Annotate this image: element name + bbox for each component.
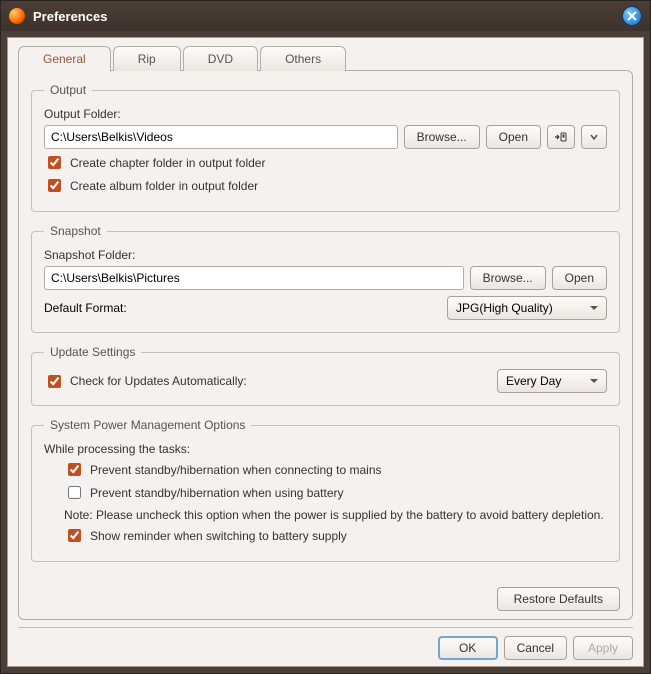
updates-legend: Update Settings [44,345,141,359]
content-panel: General Rip DVD Others Output Output Fol… [7,37,644,667]
prevent-standby-mains-checkbox[interactable] [68,463,81,476]
snapshot-legend: Snapshot [44,224,107,238]
output-device-button[interactable] [547,125,575,149]
output-group: Output Output Folder: Browse... Open [31,83,620,212]
tab-general[interactable]: General [18,46,111,72]
close-button[interactable] [622,6,642,26]
apply-button[interactable]: Apply [573,636,633,660]
output-folder-input[interactable] [44,125,398,149]
power-group: System Power Management Options While pr… [31,418,620,562]
chevron-down-icon [590,133,598,141]
create-chapter-folder-label: Create chapter folder in output folder [70,156,265,170]
default-format-value: JPG(High Quality) [456,301,553,315]
titlebar: Preferences [1,1,650,31]
snapshot-open-button[interactable]: Open [552,266,607,290]
snapshot-group: Snapshot Snapshot Folder: Browse... Open… [31,224,620,333]
check-updates-label: Check for Updates Automatically: [70,374,247,388]
ok-button[interactable]: OK [438,636,498,660]
create-album-folder-checkbox[interactable] [48,179,61,192]
default-format-label: Default Format: [44,301,127,315]
restore-defaults-button[interactable]: Restore Defaults [497,587,620,611]
output-device-dropdown-button[interactable] [581,125,607,149]
output-folder-label: Output Folder: [44,107,607,121]
power-legend: System Power Management Options [44,418,251,432]
snapshot-folder-input[interactable] [44,266,464,290]
output-open-button[interactable]: Open [486,125,541,149]
window-title: Preferences [33,9,622,24]
default-format-select[interactable]: JPG(High Quality) [447,296,607,320]
snapshot-browse-button[interactable]: Browse... [470,266,546,290]
tab-bar: General Rip DVD Others [18,46,633,71]
tab-body: Output Output Folder: Browse... Open [18,70,633,620]
prevent-standby-battery-checkbox[interactable] [68,486,81,499]
app-icon [9,8,25,24]
check-updates-checkbox[interactable] [48,375,61,388]
cancel-button[interactable]: Cancel [504,636,567,660]
power-note: Note: Please uncheck this option when th… [64,508,607,522]
update-interval-value: Every Day [506,374,561,388]
snapshot-folder-label: Snapshot Folder: [44,248,607,262]
prevent-standby-battery-label: Prevent standby/hibernation when using b… [90,486,344,500]
prevent-standby-mains-label: Prevent standby/hibernation when connect… [90,463,382,477]
output-browse-button[interactable]: Browse... [404,125,480,149]
preferences-window: Preferences General Rip DVD Others Outpu… [0,0,651,674]
power-while-label: While processing the tasks: [44,442,607,456]
tab-others[interactable]: Others [260,46,346,71]
updates-group: Update Settings Check for Updates Automa… [31,345,620,406]
dialog-button-row: OK Cancel Apply [18,627,633,660]
update-interval-select[interactable]: Every Day [497,369,607,393]
tab-rip[interactable]: Rip [113,46,181,71]
create-chapter-folder-checkbox[interactable] [48,156,61,169]
tab-dvd[interactable]: DVD [183,46,258,71]
close-icon [627,11,637,21]
create-album-folder-label: Create album folder in output folder [70,179,258,193]
device-arrow-icon [554,130,568,144]
show-battery-reminder-label: Show reminder when switching to battery … [90,529,347,543]
output-legend: Output [44,83,92,97]
show-battery-reminder-checkbox[interactable] [68,529,81,542]
